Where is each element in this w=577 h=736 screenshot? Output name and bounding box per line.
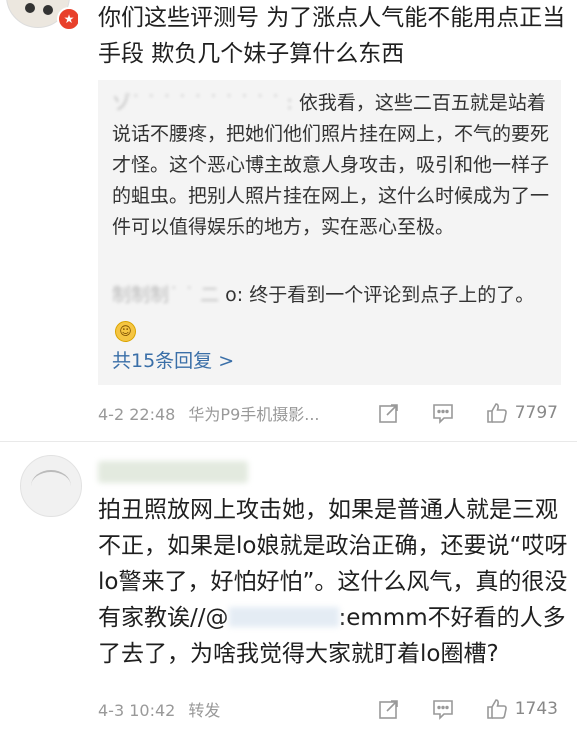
reply-item[interactable]: 制制制˙ ˙ 二 o: 终于看到一个评论到点子上的了。 ☺ bbox=[112, 280, 552, 342]
comment-source: 华为P9手机摄影... bbox=[188, 405, 320, 424]
commenter-avatar[interactable] bbox=[20, 455, 82, 517]
comment-text: 你们这些评测号 为了涨点人气能不能用点正当手段 欺负几个妹子算什么东西 bbox=[98, 5, 566, 67]
comment-action: 转发 bbox=[188, 701, 221, 720]
action-bar: 7797 bbox=[377, 401, 558, 425]
comment-time: 4-2 22:48 bbox=[98, 405, 176, 424]
laugh-emoji-icon: ☺ bbox=[115, 321, 136, 342]
verified-badge-icon: ★ bbox=[57, 7, 78, 31]
reply-item[interactable]: ゾ˙ ˙ ˙ ˙ ˙ ˙ ˙ ˙ ˙ ˙ : 依我看，这些二百五就是站着说话不腰… bbox=[112, 88, 552, 243]
thumbs-up-icon[interactable] bbox=[485, 401, 509, 425]
commenter-username[interactable] bbox=[98, 461, 248, 483]
comment-meta: 4-3 10:42 转发 bbox=[98, 697, 348, 721]
comment-meta: 4-2 22:48 华为P9手机摄影... bbox=[98, 401, 348, 425]
mentioned-user-link[interactable] bbox=[228, 607, 339, 627]
comment-divider bbox=[0, 441, 577, 442]
comment-meta-row: 4-3 10:42 转发 1743 bbox=[98, 694, 558, 724]
reply-username[interactable]: 制制制˙ ˙ 二 bbox=[112, 284, 219, 306]
action-bar: 1743 bbox=[377, 697, 558, 721]
share-icon[interactable] bbox=[377, 401, 401, 425]
comment-meta-row: 4-2 22:48 华为P9手机摄影... 7797 bbox=[98, 398, 558, 428]
like-count: 1743 bbox=[514, 699, 558, 719]
like-count: 7797 bbox=[514, 403, 558, 423]
reply-text: o: 终于看到一个评论到点子上的了。 bbox=[225, 284, 535, 306]
comment-icon[interactable] bbox=[431, 697, 455, 721]
comment-time: 4-3 10:42 bbox=[98, 701, 176, 720]
reply-username[interactable]: ゾ˙ ˙ ˙ ˙ ˙ ˙ ˙ ˙ ˙ ˙ : bbox=[112, 92, 293, 114]
comment-text: 拍丑照放网上攻击她，如果是普通人就是三观不正，如果是lo娘就是政治正确，还要说“… bbox=[98, 492, 568, 672]
share-icon[interactable] bbox=[377, 697, 401, 721]
comment-icon[interactable] bbox=[431, 401, 455, 425]
thumbs-up-icon[interactable] bbox=[485, 697, 509, 721]
more-replies-link[interactable]: 共15条回复 > bbox=[112, 346, 234, 373]
reply-preview-box[interactable]: ゾ˙ ˙ ˙ ˙ ˙ ˙ ˙ ˙ ˙ ˙ : 依我看，这些二百五就是站着说话不腰… bbox=[98, 80, 561, 385]
commenter-avatar[interactable]: ★ bbox=[0, 0, 78, 34]
